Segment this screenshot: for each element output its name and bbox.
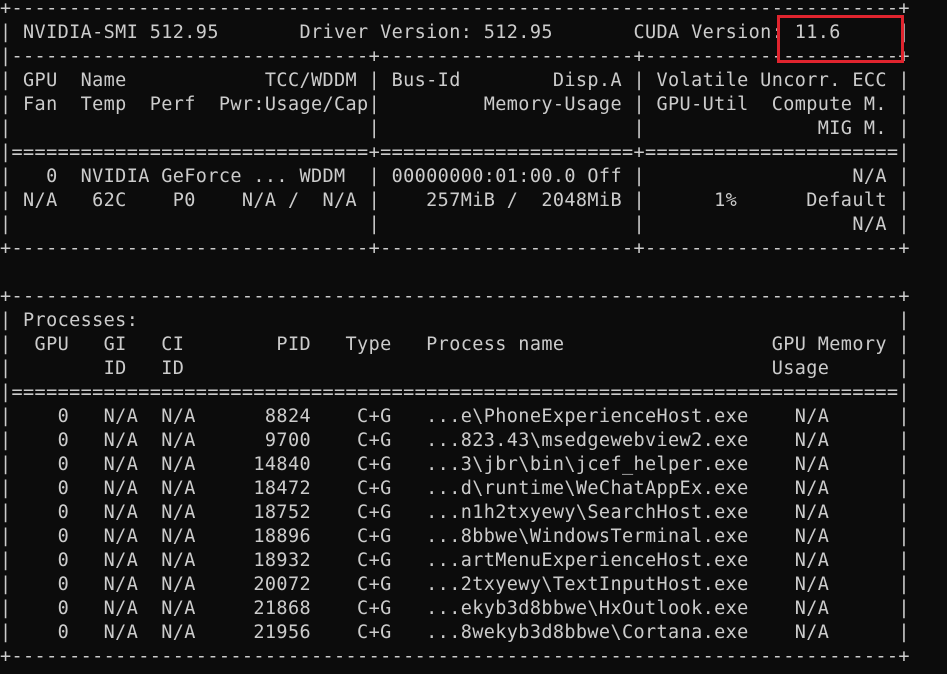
terminal-line: | 0 N/A N/A 18932 C+G ...artMenuExperien… (0, 550, 910, 571)
terminal-line: | ID ID Usage | (0, 358, 910, 379)
terminal-line: | 0 N/A N/A 20072 C+G ...2txyewy\TextInp… (0, 574, 910, 595)
terminal-line: | 0 N/A N/A 18752 C+G ...n1h2txyewy\Sear… (0, 502, 910, 523)
terminal-line: +-------------------------------+-------… (0, 238, 910, 259)
terminal-line: | 0 N/A N/A 18472 C+G ...d\runtime\WeCha… (0, 478, 910, 499)
terminal-line: +---------------------------------------… (0, 646, 910, 667)
terminal-line: | 0 N/A N/A 18896 C+G ...8bbwe\WindowsTe… (0, 526, 910, 547)
terminal-line: | 0 N/A N/A 21868 C+G ...ekyb3d8bbwe\HxO… (0, 598, 910, 619)
terminal-line: | | | MIG M. | (0, 118, 910, 139)
terminal-line: +---------------------------------------… (0, 286, 910, 307)
terminal-line: | Processes: | (0, 310, 910, 331)
terminal-line: | GPU GI CI PID Type Process name GPU Me… (0, 334, 910, 355)
terminal-line: |=======================================… (0, 382, 910, 403)
terminal-line: | NVIDIA-SMI 512.95 Driver Version: 512.… (0, 22, 910, 43)
terminal-line: |-------------------------------+-------… (0, 46, 910, 67)
terminal-line: +---------------------------------------… (0, 0, 910, 19)
terminal-line: | Fan Temp Perf Pwr:Usage/Cap| Memory-Us… (0, 94, 910, 115)
terminal-line: | 0 N/A N/A 9700 C+G ...823.43\msedgeweb… (0, 430, 910, 451)
terminal-line: | 0 N/A N/A 21956 C+G ...8wekyb3d8bbwe\C… (0, 622, 910, 643)
terminal-line: | 0 NVIDIA GeForce ... WDDM | 00000000:0… (0, 166, 910, 187)
terminal-line: | GPU Name TCC/WDDM | Bus-Id Disp.A | Vo… (0, 70, 910, 91)
terminal-window[interactable]: +---------------------------------------… (0, 0, 947, 674)
terminal-line: | N/A 62C P0 N/A / N/A | 257MiB / 2048Mi… (0, 190, 910, 211)
terminal-line: | | | N/A | (0, 214, 910, 235)
terminal-line: | 0 N/A N/A 14840 C+G ...3\jbr\bin\jcef_… (0, 454, 910, 475)
terminal-line: |===============================+=======… (0, 142, 910, 163)
terminal-line: | 0 N/A N/A 8824 C+G ...e\PhoneExperienc… (0, 406, 910, 427)
